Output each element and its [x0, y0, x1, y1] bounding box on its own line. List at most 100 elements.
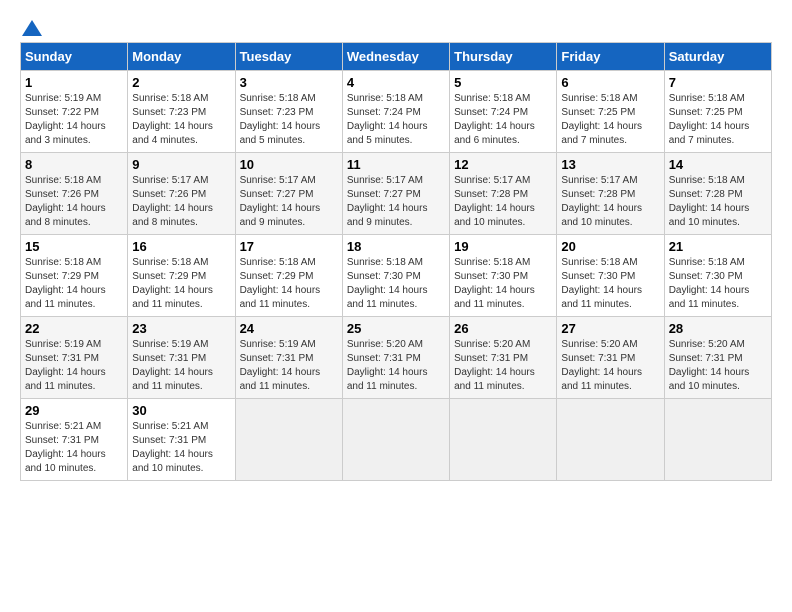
day-number: 30	[132, 403, 230, 418]
calendar-cell	[235, 399, 342, 481]
day-number: 23	[132, 321, 230, 336]
day-number: 5	[454, 75, 552, 90]
calendar-week-row: 1 Sunrise: 5:19 AMSunset: 7:22 PMDaylight…	[21, 71, 772, 153]
calendar-cell: 5 Sunrise: 5:18 AMSunset: 7:24 PMDaylight…	[450, 71, 557, 153]
day-info: Sunrise: 5:18 AMSunset: 7:30 PMDaylight:…	[347, 256, 445, 312]
day-number: 1	[25, 75, 123, 90]
calendar-cell: 28 Sunrise: 5:20 AMSunset: 7:31 PMDayligh…	[664, 317, 771, 399]
calendar-cell: 18 Sunrise: 5:18 AMSunset: 7:30 PMDayligh…	[342, 235, 449, 317]
day-info: Sunrise: 5:18 AMSunset: 7:26 PMDaylight:…	[25, 174, 123, 230]
day-number: 4	[347, 75, 445, 90]
day-info: Sunrise: 5:18 AMSunset: 7:30 PMDaylight:…	[454, 256, 552, 312]
day-number: 28	[669, 321, 767, 336]
calendar-week-row: 15 Sunrise: 5:18 AMSunset: 7:29 PMDayligh…	[21, 235, 772, 317]
calendar-cell	[664, 399, 771, 481]
column-header-sunday: Sunday	[21, 43, 128, 71]
day-number: 3	[240, 75, 338, 90]
calendar-cell	[342, 399, 449, 481]
day-number: 18	[347, 239, 445, 254]
day-number: 2	[132, 75, 230, 90]
column-header-monday: Monday	[128, 43, 235, 71]
day-info: Sunrise: 5:20 AMSunset: 7:31 PMDaylight:…	[454, 338, 552, 394]
column-header-friday: Friday	[557, 43, 664, 71]
day-info: Sunrise: 5:19 AMSunset: 7:31 PMDaylight:…	[25, 338, 123, 394]
calendar-cell: 26 Sunrise: 5:20 AMSunset: 7:31 PMDayligh…	[450, 317, 557, 399]
day-number: 6	[561, 75, 659, 90]
day-info: Sunrise: 5:21 AMSunset: 7:31 PMDaylight:…	[132, 420, 230, 476]
day-number: 15	[25, 239, 123, 254]
calendar-cell: 22 Sunrise: 5:19 AMSunset: 7:31 PMDayligh…	[21, 317, 128, 399]
calendar-cell: 4 Sunrise: 5:18 AMSunset: 7:24 PMDaylight…	[342, 71, 449, 153]
day-number: 9	[132, 157, 230, 172]
day-number: 26	[454, 321, 552, 336]
calendar-cell: 21Sunrise: 5:18 AMSunset: 7:30 PMDayligh…	[664, 235, 771, 317]
day-number: 24	[240, 321, 338, 336]
day-number: 27	[561, 321, 659, 336]
calendar-cell: 6 Sunrise: 5:18 AMSunset: 7:25 PMDaylight…	[557, 71, 664, 153]
calendar-cell: 15 Sunrise: 5:18 AMSunset: 7:29 PMDayligh…	[21, 235, 128, 317]
calendar-cell: 1 Sunrise: 5:19 AMSunset: 7:22 PMDaylight…	[21, 71, 128, 153]
calendar-cell: 12 Sunrise: 5:17 AMSunset: 7:28 PMDayligh…	[450, 153, 557, 235]
day-info: Sunrise: 5:20 AMSunset: 7:31 PMDaylight:…	[669, 338, 767, 394]
day-number: 17	[240, 239, 338, 254]
column-header-thursday: Thursday	[450, 43, 557, 71]
day-info: Sunrise: 5:20 AMSunset: 7:31 PMDaylight:…	[561, 338, 659, 394]
day-number: 12	[454, 157, 552, 172]
calendar-table: SundayMondayTuesdayWednesdayThursdayFrid…	[20, 42, 772, 481]
day-number: 16	[132, 239, 230, 254]
calendar-cell: 14Sunrise: 5:18 AMSunset: 7:28 PMDayligh…	[664, 153, 771, 235]
day-info: Sunrise: 5:17 AMSunset: 7:27 PMDaylight:…	[240, 174, 338, 230]
day-info: Sunrise: 5:18 AMSunset: 7:29 PMDaylight:…	[25, 256, 123, 312]
day-info: Sunrise: 5:19 AMSunset: 7:22 PMDaylight:…	[25, 92, 123, 148]
day-number: 20	[561, 239, 659, 254]
calendar-cell: 7 Sunrise: 5:18 AMSunset: 7:25 PMDaylight…	[664, 71, 771, 153]
day-info: Sunrise: 5:17 AMSunset: 7:28 PMDaylight:…	[561, 174, 659, 230]
calendar-cell: 20 Sunrise: 5:18 AMSunset: 7:30 PMDayligh…	[557, 235, 664, 317]
calendar-cell: 3 Sunrise: 5:18 AMSunset: 7:23 PMDaylight…	[235, 71, 342, 153]
day-info: Sunrise: 5:21 AMSunset: 7:31 PMDaylight:…	[25, 420, 123, 476]
day-info: Sunrise: 5:20 AMSunset: 7:31 PMDaylight:…	[347, 338, 445, 394]
day-info: Sunrise: 5:17 AMSunset: 7:28 PMDaylight:…	[454, 174, 552, 230]
day-info: Sunrise: 5:18 AMSunset: 7:24 PMDaylight:…	[347, 92, 445, 148]
day-number: 14	[669, 157, 767, 172]
logo	[20, 20, 42, 36]
calendar-cell: 27 Sunrise: 5:20 AMSunset: 7:31 PMDayligh…	[557, 317, 664, 399]
day-number: 22	[25, 321, 123, 336]
day-info: Sunrise: 5:18 AMSunset: 7:25 PMDaylight:…	[669, 92, 767, 148]
calendar-cell: 17 Sunrise: 5:18 AMSunset: 7:29 PMDayligh…	[235, 235, 342, 317]
calendar-cell: 9 Sunrise: 5:17 AMSunset: 7:26 PMDaylight…	[128, 153, 235, 235]
column-header-wednesday: Wednesday	[342, 43, 449, 71]
calendar-cell: 29Sunrise: 5:21 AMSunset: 7:31 PMDayligh…	[21, 399, 128, 481]
column-header-saturday: Saturday	[664, 43, 771, 71]
calendar-cell	[450, 399, 557, 481]
day-number: 21	[669, 239, 767, 254]
calendar-cell: 25Sunrise: 5:20 AMSunset: 7:31 PMDayligh…	[342, 317, 449, 399]
day-info: Sunrise: 5:18 AMSunset: 7:30 PMDaylight:…	[561, 256, 659, 312]
calendar-week-row: 8Sunrise: 5:18 AMSunset: 7:26 PMDaylight…	[21, 153, 772, 235]
header	[20, 20, 772, 36]
day-info: Sunrise: 5:18 AMSunset: 7:24 PMDaylight:…	[454, 92, 552, 148]
day-info: Sunrise: 5:18 AMSunset: 7:25 PMDaylight:…	[561, 92, 659, 148]
calendar-cell: 30 Sunrise: 5:21 AMSunset: 7:31 PMDayligh…	[128, 399, 235, 481]
calendar-body: 1 Sunrise: 5:19 AMSunset: 7:22 PMDaylight…	[21, 71, 772, 481]
day-number: 19	[454, 239, 552, 254]
calendar-week-row: 29Sunrise: 5:21 AMSunset: 7:31 PMDayligh…	[21, 399, 772, 481]
day-info: Sunrise: 5:19 AMSunset: 7:31 PMDaylight:…	[240, 338, 338, 394]
calendar-cell: 24 Sunrise: 5:19 AMSunset: 7:31 PMDayligh…	[235, 317, 342, 399]
calendar-cell: 19 Sunrise: 5:18 AMSunset: 7:30 PMDayligh…	[450, 235, 557, 317]
calendar-cell: 2 Sunrise: 5:18 AMSunset: 7:23 PMDaylight…	[128, 71, 235, 153]
calendar-cell	[557, 399, 664, 481]
day-info: Sunrise: 5:18 AMSunset: 7:29 PMDaylight:…	[240, 256, 338, 312]
day-info: Sunrise: 5:18 AMSunset: 7:23 PMDaylight:…	[240, 92, 338, 148]
day-number: 13	[561, 157, 659, 172]
calendar-cell: 13 Sunrise: 5:17 AMSunset: 7:28 PMDayligh…	[557, 153, 664, 235]
calendar-week-row: 22 Sunrise: 5:19 AMSunset: 7:31 PMDayligh…	[21, 317, 772, 399]
logo-triangle-icon	[22, 20, 42, 36]
day-info: Sunrise: 5:18 AMSunset: 7:23 PMDaylight:…	[132, 92, 230, 148]
calendar-cell: 11Sunrise: 5:17 AMSunset: 7:27 PMDayligh…	[342, 153, 449, 235]
day-number: 10	[240, 157, 338, 172]
calendar-cell: 10 Sunrise: 5:17 AMSunset: 7:27 PMDayligh…	[235, 153, 342, 235]
day-info: Sunrise: 5:17 AMSunset: 7:26 PMDaylight:…	[132, 174, 230, 230]
day-number: 7	[669, 75, 767, 90]
calendar-cell: 8Sunrise: 5:18 AMSunset: 7:26 PMDaylight…	[21, 153, 128, 235]
